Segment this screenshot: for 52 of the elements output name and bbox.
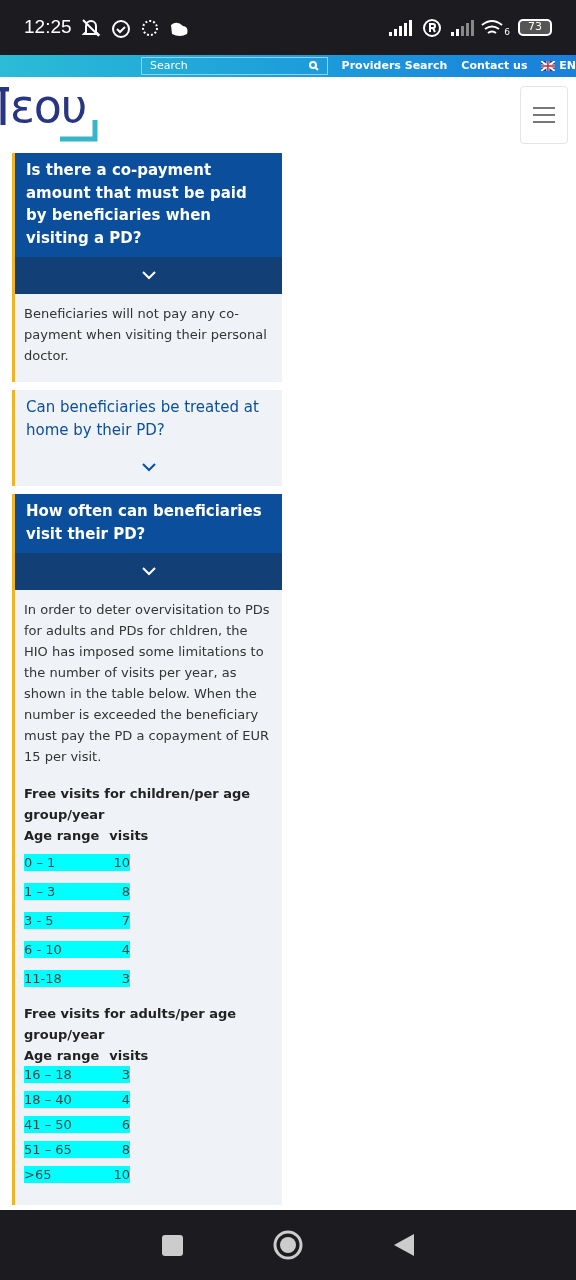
recents-button[interactable] [161,1234,183,1256]
age-range-text: 18 – 40 [24,1091,72,1109]
menu-button[interactable] [520,86,568,144]
visits-text: 3 [121,1066,130,1084]
age-range-text: >65 [24,1166,52,1184]
visits-text: 8 [121,883,130,901]
column-header: Age range [24,827,100,845]
age-range-text: 6 - 10 [24,941,62,959]
age-range-text: 51 – 65 [24,1141,72,1159]
age-range-text: 41 – 50 [24,1116,72,1134]
age-range-text: 16 – 18 [24,1066,72,1084]
muted-bell-icon [79,16,102,39]
dotted-circle-icon [139,17,160,38]
answer-text: In order to deter overvisitation to PDs for adults and PDs for chldren, the HIO has imposed some limitations to the number of visits per year, as shown in the table below. When the number is exceeded the beneficiary must pay the PD a copayment of EUR 15 per visit. [24,601,271,766]
home-button[interactable] [272,1230,303,1260]
signal-icon [388,18,415,37]
faq-question[interactable]: Can beneficiaries be treated at home by their PD? [15,390,282,486]
wifi-icon [480,18,505,37]
visits-text: 7 [121,912,130,930]
age-range-text: 3 - 5 [24,912,54,930]
column-header: visits [109,827,149,845]
search-icon [308,61,319,71]
back-button[interactable] [392,1233,415,1257]
registered-icon [422,17,443,38]
visits-text: 4 [121,941,130,959]
wifi-band-text: 6 [504,25,510,39]
age-range-text: 11-18 [24,970,62,988]
logo-text: εου [10,83,87,129]
signal-icon [450,18,477,37]
chevron-down-icon [141,463,156,472]
visits-text: 10 [113,854,130,872]
flag-icon [541,61,556,71]
logo-stroke-icon [0,87,10,125]
faq-question[interactable]: How often can beneficiaries visit their PD? [15,494,282,590]
visits-text: 10 [113,1166,130,1184]
language-text[interactable]: EN [559,57,576,75]
chevron-down-icon [141,271,156,280]
nav-link[interactable]: Contact us [461,57,528,75]
column-header: visits [109,1047,149,1065]
visits-text: 6 [121,1116,130,1134]
column-header: Age range [24,1047,100,1065]
faq-question[interactable]: Is there a co-payment amount that must be paid by beneficiaries when visiting a PD? [15,153,282,294]
visits-text: 3 [121,970,130,988]
clock-text: 12:25 [24,15,72,40]
menu-icon [533,107,555,123]
age-range-text: 1 – 3 [24,883,56,901]
battery-icon: 73 [518,19,552,36]
visits-text: 4 [121,1091,130,1109]
visits-text: 8 [121,1141,130,1159]
age-range-text: 0 – 1 [24,854,56,872]
answer-text: Beneficiaries will not pay any co-payment when visiting their personal doctor. [24,305,268,365]
chevron-down-icon [141,567,156,576]
